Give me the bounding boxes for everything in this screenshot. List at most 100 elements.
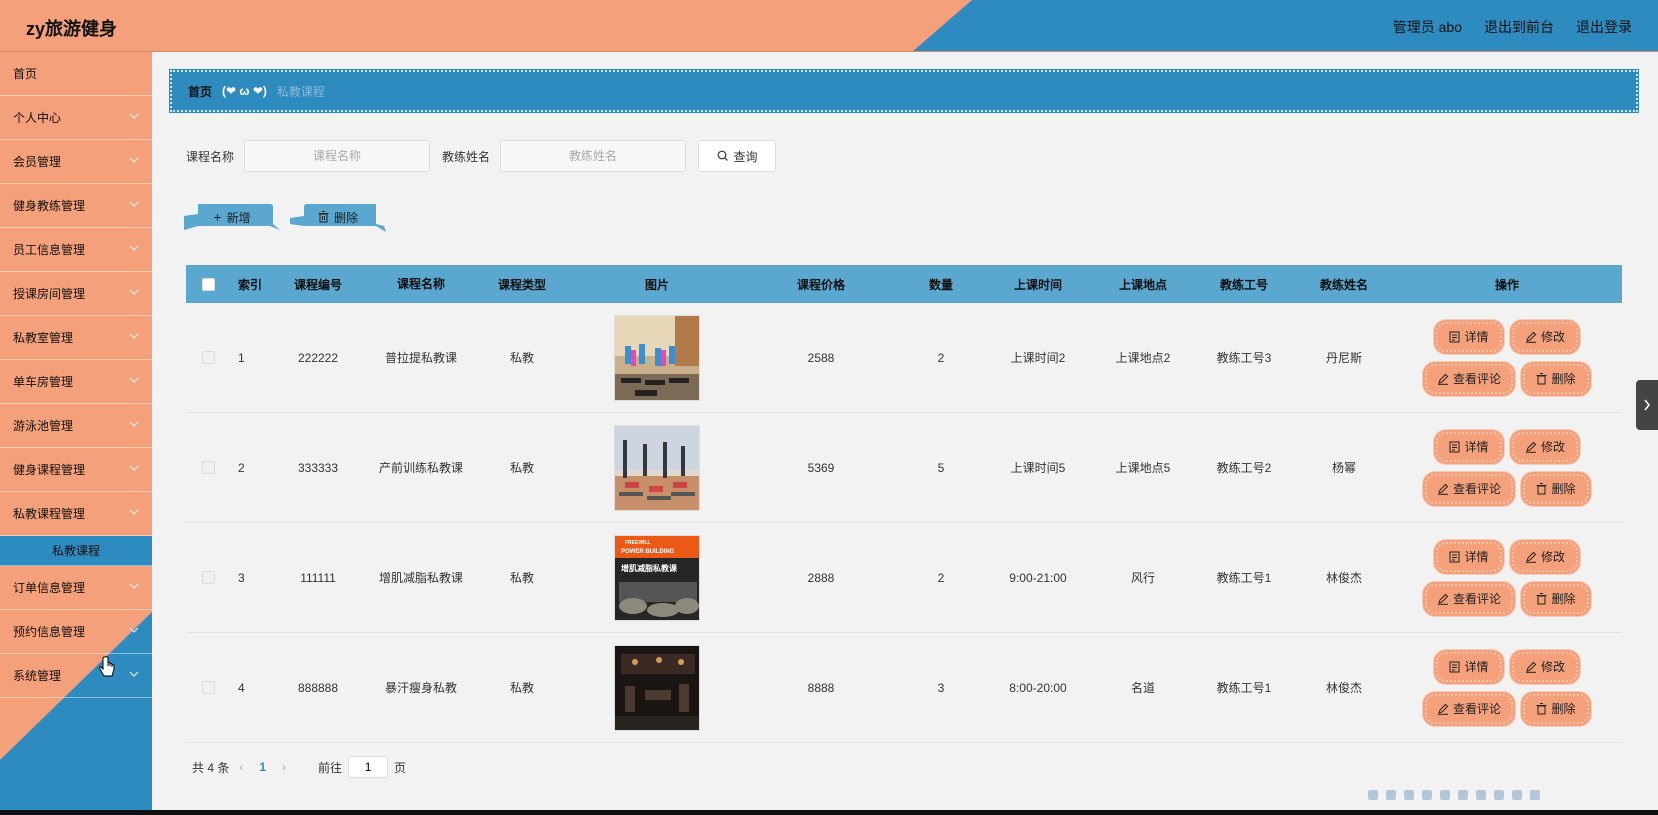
side-expand-tab[interactable] [1636,380,1658,430]
row-checkbox[interactable] [186,351,230,364]
sidebar-item-3[interactable]: 健身教练管理 [0,184,152,228]
cell-coach-name: 杨幂 [1331,461,1356,475]
view-comments-label: 查看评论 [1452,482,1501,496]
select-all-checkbox[interactable] [186,277,230,291]
course-table: 索引 课程编号 课程名称 课程类型 图片 课程价格 数量 上课时间 上课地点 教… [186,265,1622,743]
edit-icon [1525,331,1537,343]
edit-button[interactable]: 修改 [1512,321,1578,352]
chevron-down-icon [128,668,140,680]
row-delete-button[interactable]: 删除 [1523,363,1589,394]
course-thumbnail[interactable] [614,424,700,511]
cell-name: 增肌减脂私教课 [378,570,463,585]
chevron-down-icon [128,580,140,592]
logout-link[interactable]: 退出登录 [1576,17,1632,37]
sidebar-item-8[interactable]: 游泳池管理 [0,404,152,448]
query-button-label: 查询 [733,149,758,164]
poster-line-3: 增肌减脂私教课 [621,563,678,573]
chevron-down-icon [128,506,140,518]
document-icon [1449,661,1460,672]
cell-time: 上课时间5 [1010,461,1066,475]
cell-qty: 2 [937,570,945,585]
delete-button-content: 删除 [290,204,386,230]
detail-button[interactable]: 详情 [1436,431,1502,462]
prev-page-icon[interactable]: ‹ [239,760,243,774]
document-icon [1449,551,1460,562]
chevron-down-icon [128,418,140,430]
sidebar-item-11[interactable]: 订单信息管理 [0,566,152,610]
cell-coach-name: 林俊杰 [1325,681,1362,695]
sidebar-item-label: 首页 [13,67,38,81]
cell-qty: 2 [937,350,945,365]
table-row: 2 333333 产前训练私教课 私教 5369 5 上课时间5 上课地点5 教练工号2 杨幂 详情… [186,413,1622,523]
cell-code: 111111 [300,570,336,585]
cell-ops: 详情 修改查看评论 删除 [1392,651,1622,724]
cell-code: 333333 [297,460,339,475]
query-button[interactable]: 查询 [698,140,777,172]
sidebar-item-9[interactable]: 健身课程管理 [0,448,152,492]
row-delete-button[interactable]: 删除 [1523,693,1589,724]
cell-coach-no: 教练工号3 [1216,351,1272,365]
chevron-down-icon [128,330,140,342]
sidebar-item-2[interactable]: 会员管理 [0,140,152,184]
cell-coach-no: 教练工号1 [1216,571,1272,585]
delete-button[interactable]: 删除 [290,204,386,232]
sidebar-item-6[interactable]: 私教室管理 [0,316,152,360]
top-header: zy旅游健身 管理员 abo 退出到前台 退出登录 [0,0,1658,52]
course-thumbnail[interactable] [614,644,700,731]
detail-button[interactable]: 详情 [1436,651,1502,682]
document-icon [1449,331,1460,342]
detail-button-label: 详情 [1464,330,1489,344]
poster-line-1: FREEWILL [625,540,651,546]
sidebar-item-5[interactable]: 授课房间管理 [0,272,152,316]
row-delete-label: 删除 [1551,592,1576,606]
coach-name-input[interactable] [500,140,687,172]
row-checkbox[interactable] [186,681,230,694]
cell-type: 私教 [509,681,534,695]
sidebar-item-7[interactable]: 单车房管理 [0,360,152,404]
page-number[interactable]: 1 [259,760,266,774]
sidebar-subitem-private-course[interactable]: 私教课程 [0,536,152,566]
goto-page-input[interactable] [348,756,389,778]
row-delete-button[interactable]: 删除 [1523,473,1589,504]
cell-place: 上课地点2 [1115,351,1171,365]
sidebar-item-10[interactable]: 私教课程管理 [0,492,152,536]
chevron-right-icon [1644,399,1650,411]
edit-button[interactable]: 修改 [1512,651,1578,682]
detail-button[interactable]: 详情 [1436,541,1502,572]
cell-image: FREEWILL POWER BUILDING 增肌减脂私教课 [572,534,742,621]
page-suffix: 页 [394,760,407,775]
edit-button[interactable]: 修改 [1512,431,1578,462]
detail-button-label: 详情 [1464,440,1489,454]
breadcrumb-home[interactable]: 首页 [188,83,212,100]
sidebar-item-1[interactable]: 个人中心 [0,96,152,140]
edit-button[interactable]: 修改 [1512,541,1578,572]
sidebar-item-13[interactable]: 系统管理 [0,654,152,698]
view-comments-button[interactable]: 查看评论 [1425,693,1513,724]
cell-image [572,644,742,731]
next-page-icon[interactable]: › [282,760,286,774]
sidebar-item-12[interactable]: 预约信息管理 [0,610,152,654]
course-name-input[interactable] [244,140,431,172]
search-bar: 课程名称 教练姓名 查询 [186,140,777,172]
chevron-down-icon [128,242,140,254]
add-button-content: + 新增 [184,204,280,230]
exit-to-front-link[interactable]: 退出到前台 [1484,17,1554,37]
row-delete-button[interactable]: 删除 [1523,583,1589,614]
row-checkbox[interactable] [186,571,230,584]
row-checkbox[interactable] [186,461,230,474]
cell-price: 2588 [807,350,835,365]
sidebar-item-label: 私教课程管理 [13,507,86,521]
course-name-label: 课程名称 [186,149,235,164]
detail-button[interactable]: 详情 [1436,321,1502,352]
cell-name: 普拉提私教课 [384,350,457,365]
view-comments-button[interactable]: 查看评论 [1425,363,1513,394]
sidebar-item-4[interactable]: 员工信息管理 [0,228,152,272]
view-comments-button[interactable]: 查看评论 [1425,473,1513,504]
course-thumbnail[interactable]: FREEWILL POWER BUILDING 增肌减脂私教课 [614,534,700,621]
sidebar-item-0[interactable]: 首页 [0,52,152,96]
cell-image [572,314,742,401]
breadcrumb-separator: (❤ ω ❤) [222,84,267,98]
course-thumbnail[interactable] [614,314,700,401]
view-comments-button[interactable]: 查看评论 [1425,583,1513,614]
add-button[interactable]: + 新增 [184,204,280,232]
